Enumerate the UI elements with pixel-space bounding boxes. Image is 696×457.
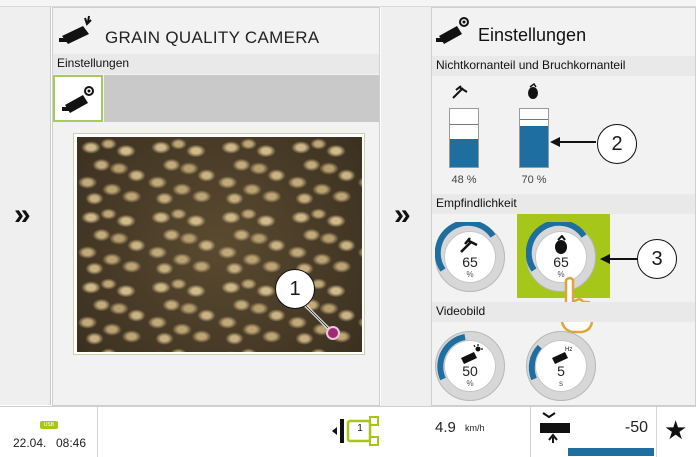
section-header-settings: Einstellungen (53, 54, 379, 74)
usb-indicator-icon: USB (40, 421, 58, 429)
impurity-icon (452, 85, 468, 99)
callout-1: 1 (275, 269, 315, 309)
speed-value: 4.9 (435, 419, 456, 436)
status-divider (97, 407, 98, 457)
favorite-star-icon[interactable]: ★ (664, 415, 687, 446)
gauge-face: 50 % (444, 340, 496, 392)
camera-gear-icon (62, 86, 94, 113)
gauge-face: 65 % (444, 231, 496, 283)
impurity-level-bar (449, 108, 479, 168)
broken-grain-icon (555, 235, 567, 254)
grain-camera-panel: GRAIN QUALITY CAMERA Einstellungen 1 (52, 7, 380, 406)
time: 08:46 (56, 436, 87, 450)
impurity-sensitivity-gauge[interactable]: 65 % (435, 222, 505, 292)
date: 22.04. (13, 436, 47, 450)
gauge-value: 5 (557, 363, 565, 379)
header-level-bar (568, 448, 654, 456)
broken-grain-level-bar (519, 108, 549, 168)
gauge-value: 65 (553, 254, 569, 270)
gauge-face: Hz 5 s (535, 340, 587, 392)
broken-grain-level-fill (520, 126, 548, 167)
top-edge (0, 0, 696, 7)
gauge-value: 65 (462, 254, 478, 270)
broken-grain-icon (528, 83, 538, 99)
brightness-camera-icon (461, 344, 483, 364)
callout-3-arrow (600, 254, 638, 264)
frequency-camera-icon: Hz (552, 347, 572, 364)
header-height-icon (540, 412, 570, 443)
callout-2: 2 (597, 124, 637, 164)
impurity-icon (460, 237, 478, 253)
gauge-value: 50 (462, 363, 478, 379)
camera-grain-icon (59, 15, 92, 44)
callout-2-arrow (550, 137, 596, 147)
gauge-unit: s (559, 379, 563, 388)
panel-title: GRAIN QUALITY CAMERA (105, 28, 320, 47)
speed-unit: km/h (465, 423, 485, 433)
expand-chevron-icon[interactable]: » (14, 200, 31, 230)
frame-rate-gauge[interactable]: Hz 5 s (526, 331, 596, 401)
status-bar: USB 22.04. 08:46 1 4.9 km/h -50 ★ (0, 406, 696, 457)
status-divider (656, 407, 657, 457)
impurity-percent: 48 % (451, 174, 477, 186)
header-value: -50 (624, 419, 648, 436)
broken-grain-percent: 70 % (521, 174, 547, 186)
brightness-gauge[interactable]: 50 % (435, 331, 505, 401)
gauge-unit: % (466, 379, 474, 388)
section-header-sensitivity: Empfindlichkeit (432, 194, 695, 214)
section-header-video: Videobild (432, 302, 695, 322)
section-header-ratio: Nichtkornanteil und Bruchkornanteil (432, 56, 695, 76)
status-divider (530, 407, 531, 457)
settings-panel: Einstellungen Nichtkornanteil und Bruchk… (431, 7, 696, 406)
gear-number: 1 (357, 423, 363, 434)
settings-header-bar (104, 75, 379, 122)
impurity-level-fill (450, 139, 478, 167)
expand-chevron-icon[interactable]: » (394, 200, 411, 230)
callout-3: 3 (637, 239, 677, 279)
camera-settings-button[interactable] (53, 75, 103, 122)
panel-title: Einstellungen (478, 25, 587, 45)
gauge-unit: % (466, 270, 474, 279)
svg-text:Hz: Hz (565, 347, 572, 353)
camera-settings-icon (436, 17, 469, 44)
